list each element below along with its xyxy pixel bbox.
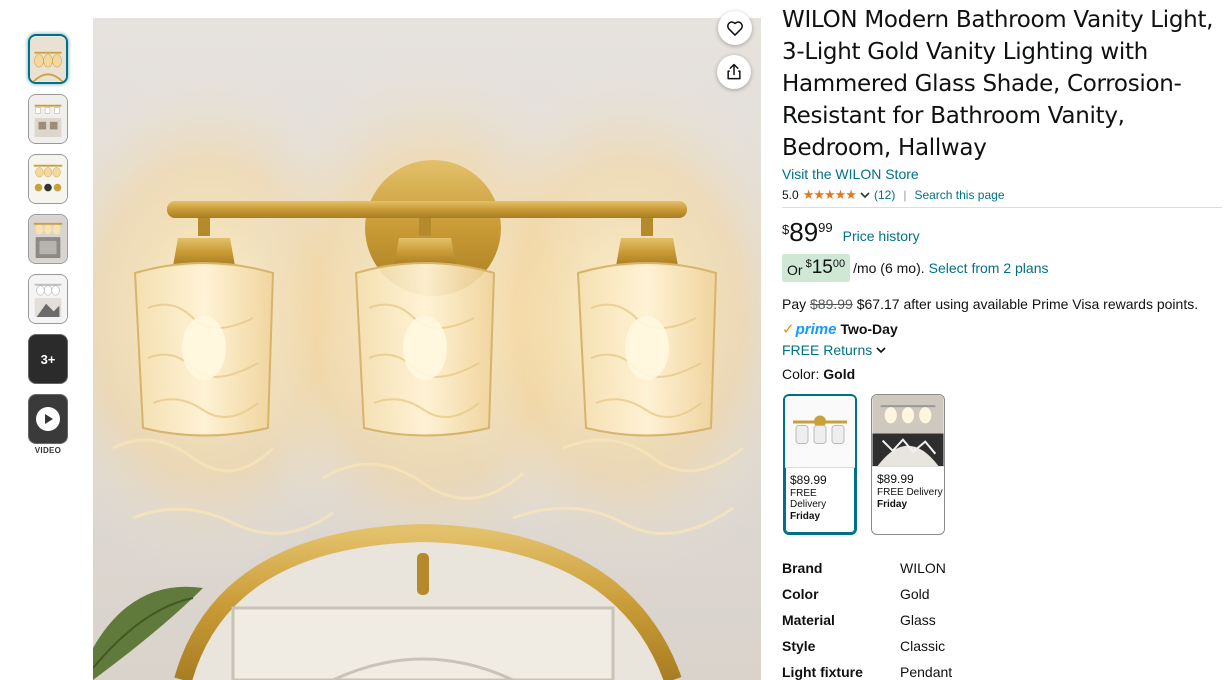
swatch-delivery-day: Friday — [790, 511, 821, 522]
pay-label: Pay — [782, 296, 807, 312]
favorite-button[interactable] — [718, 11, 752, 45]
swatch-delivery: FREE Delivery — [877, 487, 943, 498]
video-thumbnail[interactable] — [28, 394, 68, 444]
video-label: VIDEO — [34, 446, 62, 455]
swatch-gold[interactable]: $89.99 FREE Delivery Friday — [783, 394, 857, 535]
chevron-down-icon[interactable] — [860, 191, 870, 199]
share-icon — [727, 63, 741, 80]
more-images-count: 3+ — [40, 351, 56, 367]
play-icon — [36, 407, 60, 431]
swatch-alternate[interactable]: $89.99 FREE Delivery Friday — [871, 394, 945, 535]
rating-summary: 5.0 ★★★★★ (12) | Search this page — [782, 187, 1222, 208]
price-fraction: 99 — [818, 220, 833, 235]
thumbnail-2[interactable] — [28, 94, 68, 144]
product-info: WILON Modern Bathroom Vanity Light, 3-Li… — [782, 4, 1222, 680]
selected-color: Gold — [823, 366, 856, 382]
swatch-delivery-day: Friday — [877, 499, 908, 510]
installment-fraction: 00 — [832, 258, 846, 270]
spec-key: Color — [782, 586, 819, 602]
installment-badge: Or $ 15 00 — [782, 254, 851, 282]
installment-whole: 15 — [811, 257, 833, 278]
divider: | — [903, 188, 907, 202]
thumbnail-image — [29, 215, 67, 263]
installment-term: /mo (6 mo). — [853, 260, 925, 276]
product-specs-table: Brand WILON Color Gold Material Glass St… — [782, 555, 1222, 680]
rating-count-link[interactable]: (12) — [874, 188, 895, 202]
thumbnail-5[interactable] — [28, 274, 68, 324]
color-swatches: $89.99 FREE Delivery Friday $89.99 FREE … — [783, 394, 1222, 535]
spec-row: Material Glass — [782, 607, 1222, 633]
spec-row: Color Gold — [782, 581, 1222, 607]
price-currency: $ — [782, 222, 790, 237]
thumbnail-image — [29, 95, 67, 143]
prime-visa-offer: Pay $89.99 $67.17 after using available … — [782, 296, 1222, 312]
prime-logo: prime — [795, 320, 837, 338]
thumbnail-1[interactable] — [28, 34, 68, 84]
spec-value: Glass — [900, 612, 936, 628]
thumbnail-strip: 3+ VIDEO — [28, 34, 70, 455]
spec-value: Gold — [900, 586, 930, 602]
color-label: Color: — [782, 366, 820, 382]
more-images-thumbnail[interactable]: 3+ — [28, 334, 68, 384]
spec-key: Style — [782, 638, 816, 654]
main-product-image[interactable] — [93, 18, 761, 680]
swatch-delivery: FREE Delivery — [790, 488, 827, 510]
spec-key: Material — [782, 612, 835, 628]
spec-value: Classic — [900, 638, 946, 654]
rating-value: 5.0 — [782, 188, 799, 202]
prime-delivery: ✓ prime Two-Day — [782, 320, 1222, 339]
select-plans-link[interactable]: Select from 2 plans — [929, 260, 1049, 276]
swatch-photo — [872, 395, 944, 466]
swatch-image — [785, 396, 855, 468]
swatch-photo — [785, 396, 855, 467]
installment-plan: Or $ 15 00 /mo (6 mo). Select from 2 pla… — [782, 254, 1222, 282]
spec-row: Style Classic — [782, 633, 1222, 659]
product-title: WILON Modern Bathroom Vanity Light, 3-Li… — [782, 7, 1214, 161]
search-this-page-link[interactable]: Search this page — [914, 188, 1004, 202]
original-price: $89.99 — [810, 296, 853, 312]
color-selection: Color: Gold — [782, 366, 1222, 382]
free-returns[interactable]: FREE Returns — [782, 342, 1222, 358]
spec-key: Light fixture — [782, 664, 863, 680]
price-block: $ 89 99 Price history — [782, 218, 1222, 246]
spec-row: Brand WILON — [782, 555, 1222, 581]
prime-check-icon: ✓ — [782, 321, 795, 338]
price-whole: 89 — [789, 217, 819, 247]
rewards-price-text: $67.17 after using available Prime Visa … — [856, 296, 1199, 312]
thumbnail-image — [29, 275, 67, 323]
heart-icon — [727, 21, 743, 36]
share-button[interactable] — [717, 55, 751, 89]
product-photo — [93, 18, 761, 680]
free-returns-link[interactable]: FREE Returns — [782, 342, 872, 358]
swatch-image — [872, 395, 944, 467]
spec-row: Light fixture Pendant — [782, 659, 1222, 680]
thumbnail-3[interactable] — [28, 154, 68, 204]
swatch-price: $89.99 — [877, 472, 914, 486]
rating-stars[interactable]: ★★★★★ — [803, 187, 857, 203]
chevron-down-icon[interactable] — [876, 346, 886, 354]
thumbnail-image — [30, 36, 66, 82]
swatch-price: $89.99 — [790, 473, 827, 487]
spec-value: Pendant — [900, 664, 953, 680]
installment-or: Or — [787, 262, 803, 278]
delivery-speed: Two-Day — [840, 321, 898, 337]
spec-key: Brand — [782, 560, 823, 576]
price-history-link[interactable]: Price history — [843, 228, 920, 244]
store-link[interactable]: Visit the WILON Store — [782, 166, 919, 182]
thumbnail-image — [29, 155, 67, 203]
spec-value: WILON — [900, 560, 946, 576]
thumbnail-4[interactable] — [28, 214, 68, 264]
